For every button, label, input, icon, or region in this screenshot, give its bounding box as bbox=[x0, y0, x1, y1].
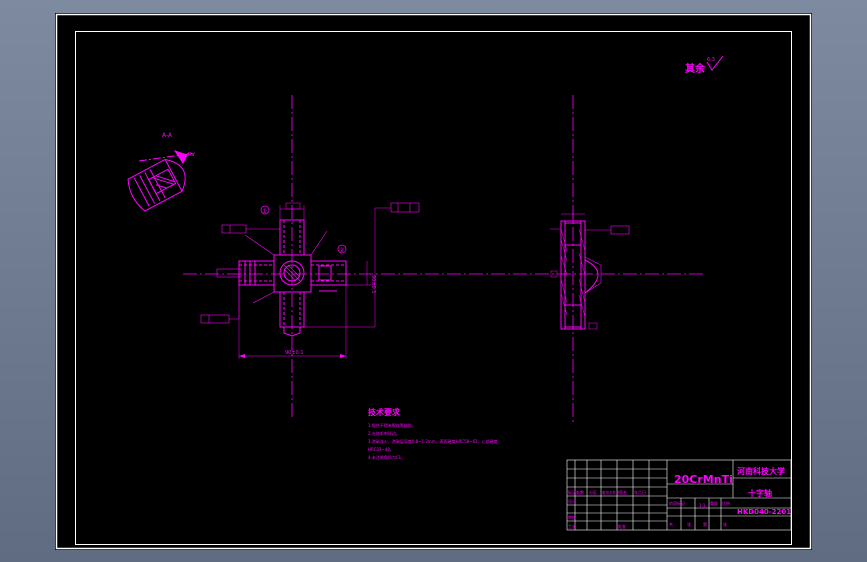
outer-frame bbox=[55, 13, 812, 550]
drawing-number-label: HKD040-2201 bbox=[737, 508, 791, 516]
surface-finish-label: 其余 bbox=[685, 62, 706, 75]
row-label-3: 更改文件号 bbox=[602, 490, 620, 495]
tech-req-item-2: 2.去除毛刺锐边。 bbox=[368, 430, 400, 436]
section-view-a-a: A-A Ra bbox=[127, 132, 196, 212]
row-label-1: 处数 bbox=[576, 489, 584, 495]
sheet-label-1: 张 bbox=[687, 521, 691, 527]
datum-box-3 bbox=[200, 314, 230, 324]
row-label-0: 标记 bbox=[568, 489, 576, 495]
side-label-2: 工艺 bbox=[568, 524, 576, 529]
part-name-label: 十字轴 bbox=[748, 488, 772, 498]
tech-req-item-3: 3.渗碳淬火，渗碳层深度0.8~1.2mm，表面硬度HRC58~62，心部硬度 bbox=[368, 438, 498, 444]
cad-drawing: 其余 6.3 A-A Ra ① ② 90±0.1 90±0.1 技术要求 1.锻… bbox=[55, 13, 812, 550]
scale-label: 1:1 bbox=[699, 503, 706, 508]
row-label-2: 分区 bbox=[589, 489, 597, 495]
drawing-sheet: 其余 6.3 A-A Ra ① ② 90±0.1 90±0.1 技术要求 1.锻… bbox=[55, 13, 812, 550]
section-dim-label: Ra bbox=[188, 152, 194, 158]
stage-label-1: 重量 bbox=[710, 500, 718, 506]
callout-1: ① bbox=[262, 208, 267, 215]
datum-box-2 bbox=[216, 268, 242, 278]
organization-label: 河南科技大学 bbox=[737, 466, 785, 476]
bottom-label-0: 批准 bbox=[618, 523, 626, 529]
row-label-4: 签名 bbox=[619, 489, 627, 495]
tolerance-frame bbox=[390, 202, 420, 213]
inner-frame bbox=[75, 31, 792, 545]
tech-req-title: 技术要求 bbox=[368, 407, 401, 417]
side-label-0: 设计 bbox=[568, 498, 576, 504]
technical-requirements: 技术要求 1.锻件不得有裂纹等缺陷。 2.去除毛刺锐边。 3.渗碳淬火，渗碳层深… bbox=[368, 407, 498, 460]
roughness-value: 6.3 bbox=[707, 57, 715, 63]
side-datum-box bbox=[610, 225, 630, 235]
row-label-5: 年月日 bbox=[634, 489, 646, 495]
datum-box-1 bbox=[221, 224, 247, 234]
sheet-label-3: 张 bbox=[723, 521, 727, 527]
dim-height: 90±0.1 bbox=[370, 275, 376, 294]
tech-req-item-4: HRC33~48。 bbox=[368, 447, 394, 452]
material-label: 20CrMnTi bbox=[674, 473, 733, 486]
stage-label-2: 比例 bbox=[722, 500, 730, 506]
side-view bbox=[550, 209, 630, 330]
stage-label-0: 阶段标记 bbox=[669, 500, 685, 506]
side-label-1: 审核 bbox=[568, 514, 576, 520]
tech-req-item-5: 4.未注倒角均为C1。 bbox=[368, 454, 405, 460]
sheet-label-2: 第 bbox=[703, 521, 707, 527]
section-view-label: A-A bbox=[162, 132, 173, 139]
surface-finish-note: 其余 6.3 bbox=[685, 55, 724, 75]
sheet-label-0: 共 bbox=[669, 521, 673, 527]
dim-total-length: 90±0.1 bbox=[285, 350, 304, 356]
front-view bbox=[200, 202, 420, 359]
tech-req-item-1: 1.锻件不得有裂纹等缺陷。 bbox=[368, 422, 416, 428]
callout-2: ② bbox=[339, 247, 345, 254]
